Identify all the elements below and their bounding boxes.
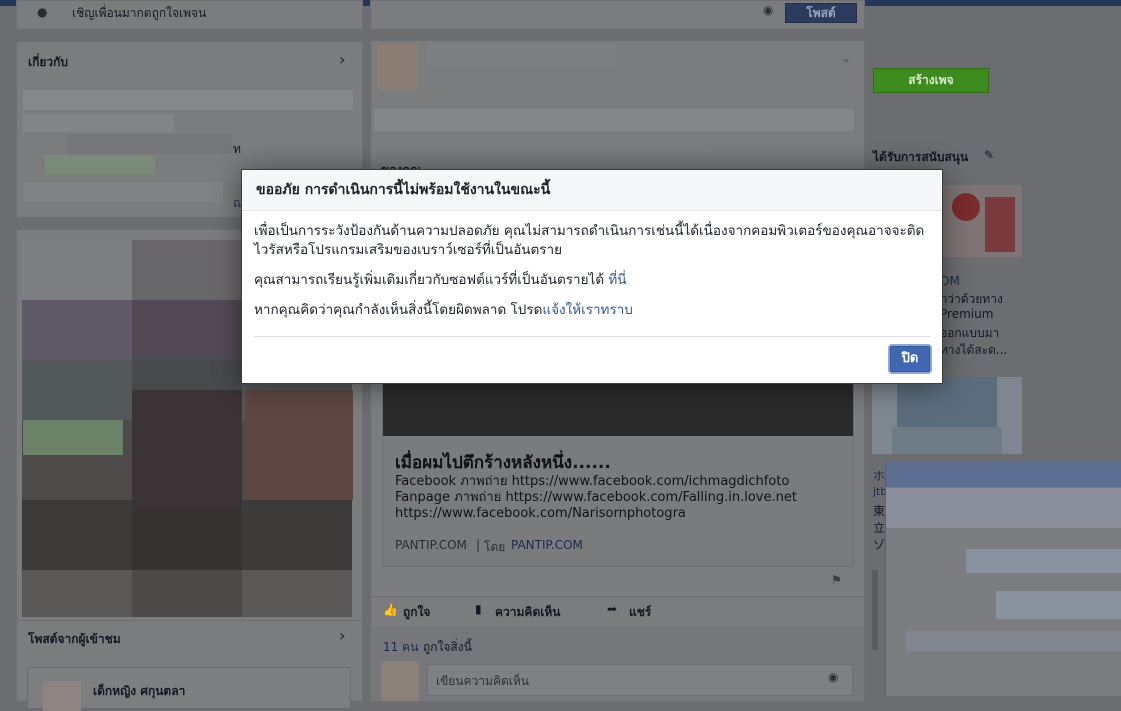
- post-author-avatar[interactable]: [378, 44, 418, 90]
- link-description: Facebook ภาพถ่าย https://www.facebook.co…: [395, 474, 797, 521]
- link-source-by: โดย: [484, 540, 506, 554]
- sponsored-heading: ได้รับการสนับสนุน: [873, 150, 969, 164]
- learn-more-link[interactable]: ที่นี่: [608, 272, 626, 288]
- camera-icon[interactable]: ◉: [828, 670, 838, 684]
- dialog-report: หากคุณคิดว่าคุณกำลังเห็นสิ่งนี้โดยผิดพลา…: [254, 302, 633, 318]
- about-heading[interactable]: เกี่ยวกับ: [28, 53, 68, 72]
- link-source-domain: PANTIP.COM: [395, 538, 467, 552]
- dialog-learn-more: คุณสามารถเรียนรู้เพิ่มเติมเกี่ยวกับซอฟต์…: [254, 272, 627, 288]
- dialog-body: เพื่อเป็นการระวังป้องกันด้านความปลอดภัย …: [242, 211, 942, 320]
- visitor-posts-panel: โพสต์จากผู้เข้าชม › เด็กหญิง ศกุนตลา: [16, 620, 363, 711]
- ad-image-1[interactable]: [940, 185, 1022, 257]
- composer-panel: ◉ โพสต์: [370, 0, 865, 30]
- close-button[interactable]: ปิด: [890, 346, 930, 372]
- link-image[interactable]: [383, 382, 853, 436]
- comment-icon[interactable]: ▮: [475, 602, 482, 616]
- avatar[interactable]: [43, 681, 81, 711]
- link-source-name[interactable]: PANTIP.COM: [511, 538, 583, 552]
- sidebar-scrollbar[interactable]: [872, 570, 878, 650]
- ad-2-text-3: 東: [873, 504, 886, 518]
- commenter-avatar: [381, 661, 419, 701]
- shared-link-card[interactable]: เมื่อผมไปตึกร้างหลังหนึ่ง...... Facebook…: [382, 381, 854, 567]
- dialog-message: เพื่อเป็นการระวังป้องกันด้านความปลอดภัย …: [254, 223, 925, 258]
- link-title[interactable]: เมื่อผมไปตึกร้างหลังหนึ่ง......: [395, 449, 611, 476]
- create-page-button[interactable]: สร้างเพจ: [873, 68, 989, 93]
- chat-header[interactable]: [886, 461, 1121, 487]
- link-source-separator: |: [476, 538, 481, 552]
- post-button[interactable]: โพสต์: [785, 3, 857, 23]
- chevron-down-icon[interactable]: ⌄: [841, 51, 851, 65]
- like-icon[interactable]: 👍: [383, 603, 398, 617]
- ad-2-text-1[interactable]: ホ: [873, 467, 885, 484]
- security-dialog: ขออภัย การดำเนินการนี้ไม่พร้อมใช้งานในขณ…: [241, 169, 943, 384]
- ad-2-text-4: 立: [873, 521, 886, 535]
- comment-button[interactable]: ความคิดเห็น: [495, 603, 560, 622]
- report-link[interactable]: แจ้งให้เราทราบ: [542, 302, 632, 318]
- chat-panel[interactable]: [885, 461, 1121, 696]
- likes-count[interactable]: 11 คน: [383, 638, 418, 657]
- share-icon[interactable]: ➦: [607, 602, 617, 616]
- visitor-posts-heading[interactable]: โพสต์จากผู้เข้าชม: [28, 630, 121, 649]
- share-button[interactable]: แชร์: [629, 603, 651, 622]
- likes-text: ถูกใจสิ่งนี้: [423, 640, 472, 654]
- invite-panel: ● เชิญเพื่อนมากดถูกใจเพจน: [16, 0, 363, 30]
- sponsored-icon: ✎: [984, 148, 995, 162]
- flag-icon[interactable]: ⚑: [831, 573, 842, 587]
- camera-icon[interactable]: ◉: [763, 3, 773, 17]
- chevron-right-icon[interactable]: ›: [339, 50, 345, 69]
- about-text-fragment: ท: [233, 142, 241, 156]
- dialog-footer: ปิด: [254, 336, 930, 375]
- ad-1-text-line2: Premium: [940, 307, 994, 321]
- comment-input[interactable]: เขียนความคิดเห็น ◉: [427, 664, 853, 696]
- ad-1-text-line4: ทางได้สะด...: [940, 343, 1008, 357]
- visitor-name[interactable]: เด็กหญิง ศกุนตลา: [93, 682, 185, 701]
- chevron-right-icon[interactable]: ›: [339, 626, 345, 645]
- ad-image-2[interactable]: [872, 377, 1022, 454]
- dialog-title: ขออภัย การดำเนินการนี้ไม่พร้อมใช้งานในขณ…: [242, 170, 942, 211]
- invite-icon: ●: [37, 5, 48, 19]
- invite-friends-link[interactable]: เชิญเพื่อนมากดถูกใจเพจน: [72, 4, 206, 23]
- like-button[interactable]: ถูกใจ: [403, 603, 430, 622]
- ad-2-text-5: ゾ: [873, 538, 886, 552]
